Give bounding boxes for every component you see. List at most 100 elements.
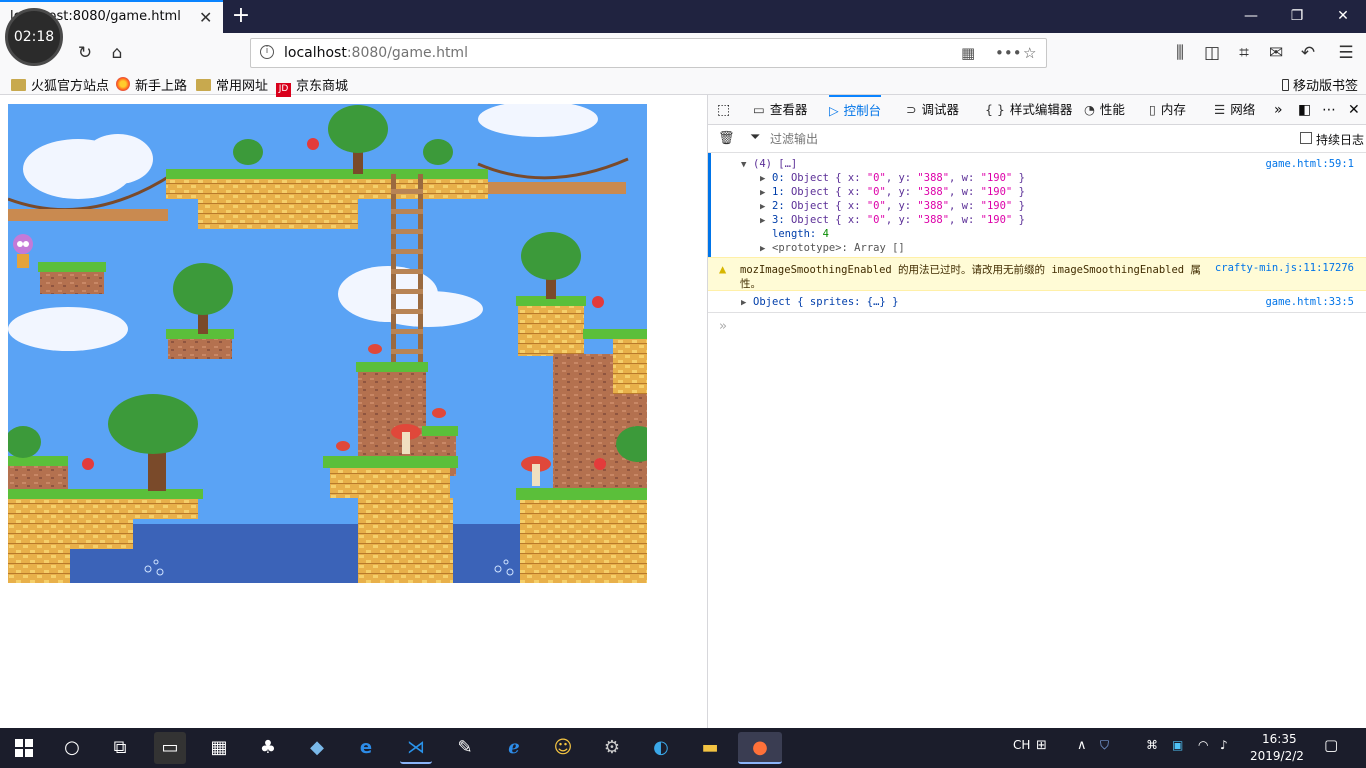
tab-network[interactable]: ☰ 网络 (1214, 95, 1255, 125)
qr-code-icon[interactable]: ▦ (961, 44, 975, 62)
persist-logs-label: 持续日志 (1316, 133, 1365, 147)
bookmark-item[interactable]: JD 京东商城 (276, 75, 348, 97)
tab-console[interactable]: ▷ 控制台 (829, 95, 882, 125)
app-icon[interactable]: ◐ (645, 732, 677, 764)
ime-indicator[interactable]: CH (1013, 738, 1030, 752)
bookmark-item[interactable]: 常用网址 (196, 75, 268, 94)
wifi-icon[interactable]: ◠ (1198, 738, 1208, 752)
clock-time[interactable]: 16:35 (1262, 732, 1297, 746)
calculator-icon[interactable]: ▦ (203, 732, 235, 764)
source-link[interactable]: crafty-min.js:11:17276 (1215, 262, 1354, 274)
source-link[interactable]: game.html:33:5 (1265, 296, 1354, 308)
divider (708, 312, 1366, 313)
new-tab-button[interactable]: + (230, 3, 252, 29)
ftp-icon[interactable]: ☺ (547, 732, 579, 764)
console-input[interactable] (738, 317, 1358, 339)
clock-date[interactable]: 2019/2/2 (1250, 749, 1304, 763)
array-header[interactable]: ▼ (4) […] (741, 158, 797, 170)
firefox-icon[interactable]: ● (738, 732, 782, 764)
tab-inspector[interactable]: ▭ 查看器 (753, 95, 807, 125)
bookmark-star-icon[interactable]: ☆ (1023, 44, 1036, 62)
dock-icon[interactable]: ◧ (1298, 95, 1311, 125)
navigation-toolbar: ↻ ⌂ i localhost:8080/game.html ▦ ••• ☆ ⫼… (0, 33, 1366, 73)
memory-icon: ▯ (1149, 102, 1156, 117)
array-prototype[interactable]: ▶ <prototype>: Array [] (760, 242, 905, 254)
array-item[interactable]: ▶ 1: Object { x: "0", y: "388", w: "190" … (760, 186, 1025, 198)
home-icon[interactable]: ⌂ (105, 41, 129, 65)
devtools-panel: ⬚ ▭ 查看器 ▷ 控制台 ⊃ 调试器 { } 样式编辑器 ◔ 性能 ▯ 内存 ☰ 网络 » … (707, 95, 1366, 728)
minimize-button[interactable]: — (1236, 3, 1266, 29)
persist-logs-checkbox[interactable] (1300, 132, 1312, 144)
ladder (391, 174, 423, 374)
jd-icon: JD (276, 83, 291, 97)
input-icon[interactable]: ⌘ (1146, 738, 1158, 752)
task-view-icon[interactable]: ⧉ (104, 732, 136, 764)
message-marker (708, 153, 711, 257)
chat-icon[interactable]: ✉ (1264, 41, 1288, 65)
array-item[interactable]: ▶ 2: Object { x: "0", y: "388", w: "190" … (760, 200, 1025, 212)
app-tray-icon[interactable]: ▣ (1172, 738, 1183, 752)
windows-icon (15, 739, 33, 757)
ie-icon[interactable]: ℯ (498, 732, 530, 764)
folder-icon (196, 79, 211, 91)
options-icon[interactable]: ⋯ (1322, 95, 1336, 125)
settings-gear-icon[interactable]: ⚙ (596, 732, 628, 764)
shield-icon[interactable]: ⛉ (1100, 738, 1109, 753)
site-info-icon[interactable]: i (260, 45, 274, 59)
windows-taskbar: ○ ⧉ ▭ ▦ ♣ ◆ e ⋊ ✎ ℯ ☺ ⚙ ◐ ▬ ● CH ⊞ ∧ ⛉ ⌘… (0, 728, 1366, 768)
array-item[interactable]: ▶ 3: Object { x: "0", y: "388", w: "190" … (760, 214, 1025, 226)
restore-button[interactable]: ❐ (1282, 3, 1312, 29)
keyboard-icon[interactable]: ⊞ (1036, 738, 1047, 753)
notifications-icon[interactable]: ▢ (1324, 736, 1338, 754)
trash-icon[interactable]: 🗑 (718, 131, 735, 146)
bookmark-item[interactable]: 火狐官方站点 (11, 75, 109, 94)
file-explorer-icon[interactable]: ▬ (694, 732, 726, 764)
debugger-icon: ⊃ (906, 102, 917, 117)
paint-icon[interactable]: ✎ (449, 732, 481, 764)
close-devtools-icon[interactable]: ✕ (1348, 95, 1360, 125)
filter-input[interactable] (770, 129, 1250, 149)
array-item[interactable]: ▶ 0: Object { x: "0", y: "388", w: "190" … (760, 172, 1025, 184)
game-scene (8, 104, 647, 583)
tab-debugger[interactable]: ⊃ 调试器 (906, 95, 959, 125)
library-icon[interactable]: ⫼ (1168, 41, 1192, 65)
array-length: length: 4 (772, 228, 829, 240)
pick-element-icon[interactable]: ⬚ (717, 95, 730, 125)
mobile-bookmarks[interactable]: 移动版书签 (1282, 75, 1358, 94)
undo-icon[interactable]: ↶ (1296, 41, 1320, 65)
menu-icon[interactable]: ☰ (1334, 41, 1358, 65)
bookmark-item[interactable]: 新手上路 (116, 75, 187, 94)
close-tab-icon[interactable]: ✕ (199, 8, 212, 27)
terminal-icon[interactable]: ▭ (154, 732, 186, 764)
vscode-icon[interactable]: ⋊ (400, 732, 432, 764)
recording-timer: 02:18 (5, 8, 63, 66)
more-tabs-icon[interactable]: » (1274, 95, 1283, 125)
close-window-button[interactable]: ✕ (1328, 3, 1358, 29)
url-text: localhost:8080/game.html (284, 45, 468, 61)
filter-icon[interactable]: ⏷ (750, 130, 760, 145)
mobile-icon (1282, 79, 1289, 91)
network-icon: ☰ (1214, 102, 1226, 117)
reload-icon[interactable]: ↻ (73, 41, 97, 65)
bookmarks-toolbar: 火狐官方站点 新手上路 常用网址 JD 京东商城 移动版书签 (0, 73, 1366, 97)
warning-icon: ▲ (719, 262, 727, 276)
source-link[interactable]: game.html:59:1 (1265, 158, 1354, 170)
screenshot-icon[interactable]: ⌗ (1232, 41, 1256, 65)
tab-performance[interactable]: ◔ 性能 (1084, 95, 1125, 125)
app-icon[interactable]: ◆ (301, 732, 333, 764)
chevron-up-icon[interactable]: ∧ (1077, 738, 1087, 753)
url-bar[interactable]: i localhost:8080/game.html ▦ ••• ☆ (250, 38, 1047, 68)
start-button[interactable] (8, 732, 40, 764)
warning-text: mozImageSmoothingEnabled 的用法已过时。请改用无前缀的 … (740, 264, 1201, 276)
style-editor-icon: { } (985, 102, 1005, 117)
object-log[interactable]: ▶ Object { sprites: {…} } (741, 296, 898, 308)
page-actions-icon[interactable]: ••• (995, 44, 1022, 62)
cortana-icon[interactable]: ○ (56, 732, 88, 764)
edge-icon[interactable]: e (350, 732, 382, 764)
tab-memory[interactable]: ▯ 内存 (1149, 95, 1186, 125)
game-canvas[interactable] (8, 104, 647, 583)
tab-style-editor[interactable]: { } 样式编辑器 (985, 95, 1072, 125)
app-icon[interactable]: ♣ (252, 732, 284, 764)
sidebar-icon[interactable]: ◫ (1200, 41, 1224, 65)
volume-icon[interactable]: ♪ (1220, 738, 1228, 752)
